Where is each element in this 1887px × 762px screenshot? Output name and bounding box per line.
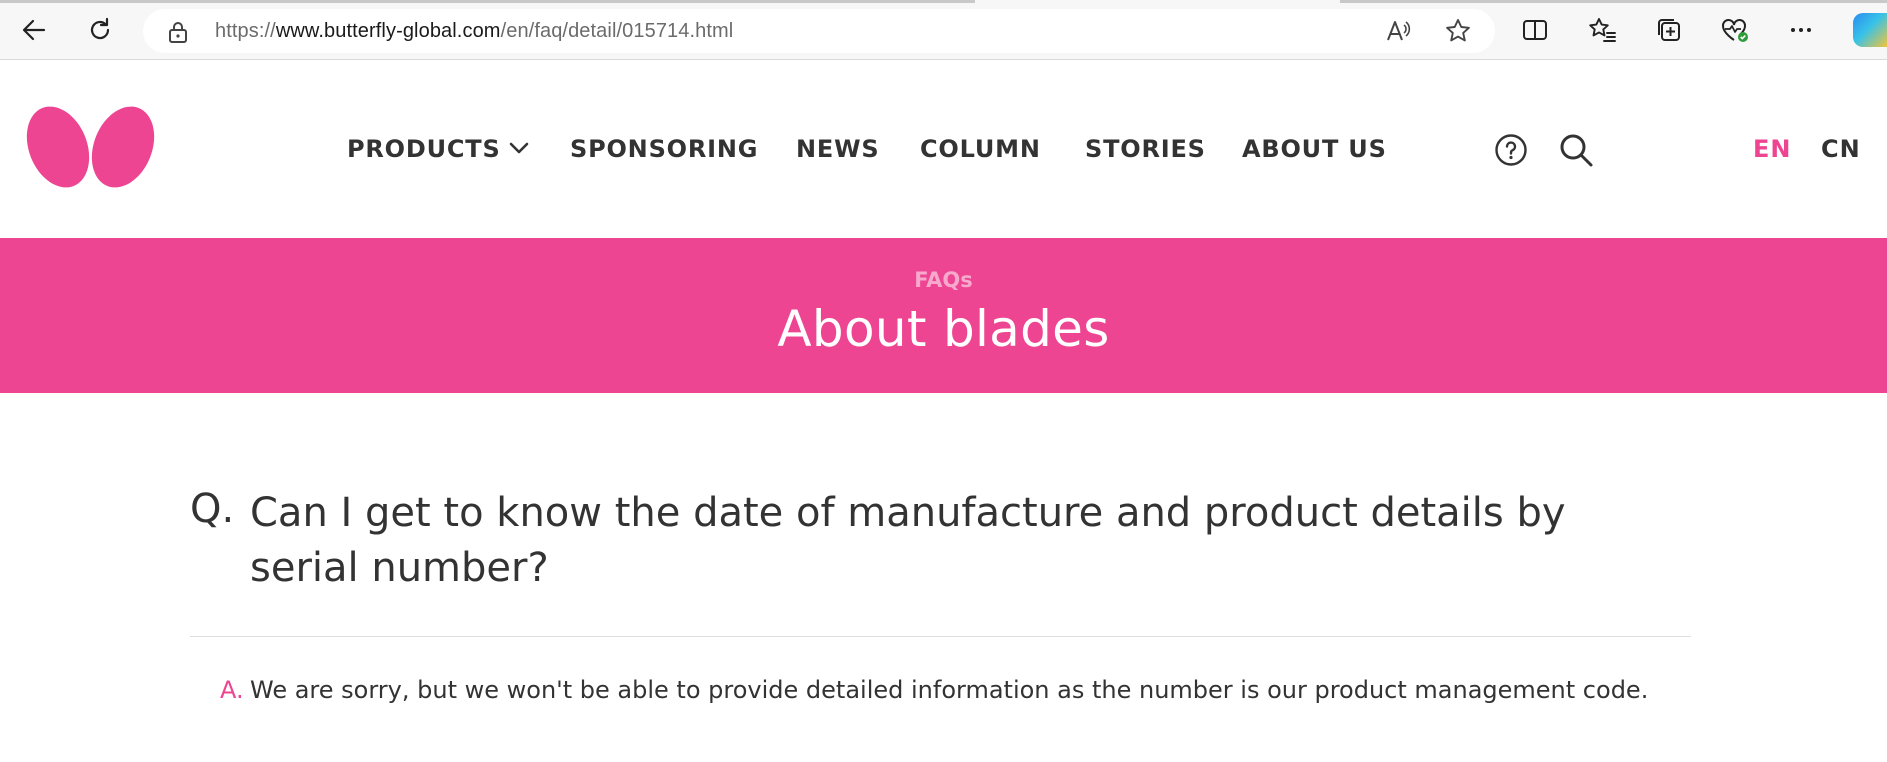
nav-news[interactable]: NEWS [796, 135, 879, 163]
browser-toolbar: https://www.butterfly-global.com/en/faq/… [0, 0, 1887, 60]
lang-cn[interactable]: CN [1821, 135, 1861, 163]
split-screen-icon [1523, 20, 1547, 40]
nav-products-label: PRODUCTS [347, 135, 501, 163]
read-aloud-icon[interactable] [1383, 17, 1411, 45]
answer-marker: A. [220, 676, 244, 704]
butterfly-logo-icon [26, 106, 155, 188]
page-title: About blades [777, 300, 1110, 358]
copilot-icon[interactable] [1853, 13, 1887, 47]
faq-detail: Q. Can I get to know the date of manufac… [0, 393, 1887, 762]
heart-pulse-icon [1722, 19, 1748, 42]
question-marker: Q. [190, 486, 235, 532]
tab-strip-edge [0, 0, 975, 3]
url-host: www.butterfly-global.com [275, 20, 501, 42]
page-hero: FAQs About blades [0, 238, 1887, 393]
back-button[interactable] [16, 12, 52, 48]
favorites-list-icon [1589, 18, 1616, 42]
chevron-down-icon [509, 142, 528, 154]
collections-button[interactable] [1651, 12, 1687, 48]
site-header: PRODUCTS SPONSORING NEWS COLUMN STORIES … [0, 60, 1887, 238]
more-dots-icon [1791, 28, 1811, 32]
browser-essentials-button[interactable] [1717, 12, 1753, 48]
answer-text: We are sorry, but we won't be able to pr… [250, 676, 1649, 704]
nav-sponsoring[interactable]: SPONSORING [570, 135, 758, 163]
question-text: Can I get to know the date of manufactur… [250, 490, 1566, 591]
url-scheme: https:// [215, 20, 276, 42]
divider [190, 636, 1691, 637]
nav-stories[interactable]: STORIES [1085, 135, 1206, 163]
hero-eyebrow: FAQs [914, 268, 973, 292]
tab-strip-edge [1340, 0, 1887, 3]
back-arrow-icon [22, 19, 46, 41]
url-text[interactable]: https://www.butterfly-global.com/en/faq/… [215, 20, 733, 43]
refresh-icon [90, 17, 110, 40]
nav-products[interactable]: PRODUCTS [347, 135, 529, 163]
settings-more-button[interactable] [1783, 12, 1819, 48]
favorites-button[interactable] [1584, 12, 1620, 48]
url-path: /en/faq/detail/015714.html [500, 20, 734, 42]
split-screen-button[interactable] [1517, 12, 1553, 48]
lang-en[interactable]: EN [1753, 135, 1791, 163]
collections-icon [1658, 19, 1680, 41]
refresh-button[interactable] [82, 12, 118, 48]
address-bar[interactable]: https://www.butterfly-global.com/en/faq/… [143, 9, 1495, 53]
nav-column[interactable]: COLUMN [920, 135, 1041, 163]
butterfly-logo[interactable] [26, 105, 156, 190]
help-icon[interactable] [1491, 130, 1531, 170]
favorite-star-icon[interactable] [1444, 17, 1472, 45]
lock-icon[interactable] [167, 20, 189, 49]
search-icon[interactable] [1556, 130, 1596, 170]
nav-about-us[interactable]: ABOUT US [1242, 135, 1387, 163]
